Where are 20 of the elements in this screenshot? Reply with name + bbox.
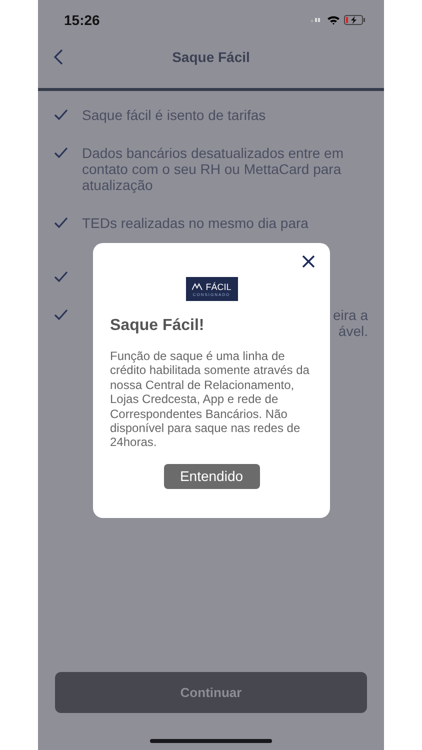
info-text: Dados bancários desatualizados entre em contato com o seu RH ou MettaCard para atualização — [82, 145, 344, 193]
info-text: ável. — [338, 323, 368, 339]
close-icon[interactable] — [302, 255, 315, 268]
info-text: TEDs realizadas no mesmo dia para — [82, 215, 310, 231]
info-text: eira a — [332, 307, 368, 323]
info-text: Saque fácil é isento de tarifas — [82, 107, 267, 123]
check-icon — [54, 109, 68, 120]
check-icon — [54, 309, 68, 320]
wifi-icon — [327, 15, 340, 25]
battery-icon — [344, 15, 366, 25]
page-title: Saque Fácil — [172, 49, 250, 65]
back-icon[interactable] — [54, 49, 63, 65]
check-icon — [54, 271, 68, 282]
status-time: 15:26 — [64, 12, 100, 28]
modal-title: Saque Fácil! — [110, 317, 206, 335]
understood-button[interactable]: Entendido — [164, 464, 260, 489]
modal-text: Função de saque é uma linha de crédito habilitada somente através da nossa Central de Relacionamento, Lojas Credcesta, App e rede de Correspondentes Bancários. Não disponível para saque nas redes de 24horas. — [110, 349, 310, 450]
check-icon — [54, 217, 68, 228]
check-icon — [54, 147, 68, 158]
signal-icon — [311, 17, 323, 23]
